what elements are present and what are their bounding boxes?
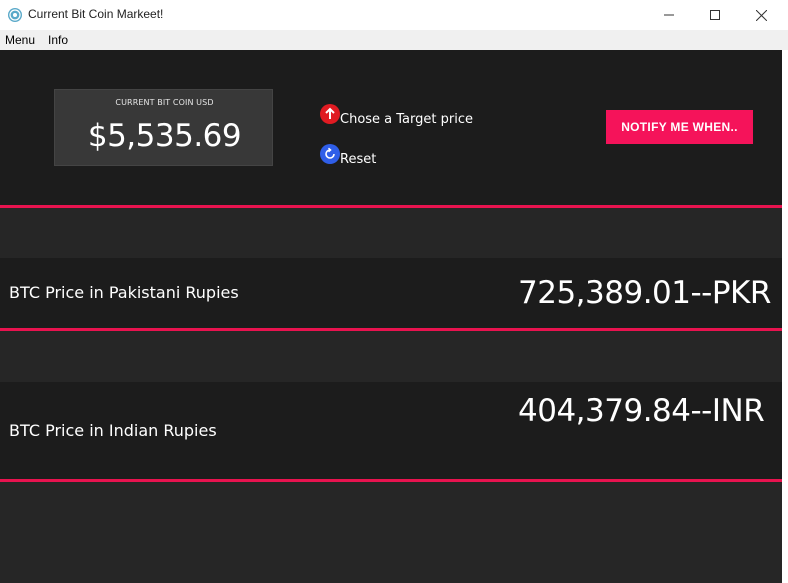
notify-me-button[interactable]: NOTIFY ME WHEN..	[606, 110, 753, 144]
pkr-rate-label: BTC Price in Pakistani Rupies	[9, 283, 239, 302]
refresh-icon[interactable]	[320, 144, 340, 164]
app-window: Current Bit Coin Markeet! Menu Info CURR…	[0, 0, 788, 583]
divider	[0, 328, 782, 331]
app-logo-icon	[7, 7, 23, 23]
menu-item-info[interactable]: Info	[48, 33, 68, 47]
inr-rate-value: 404,379.84--INR	[518, 393, 765, 429]
title-bar[interactable]: Current Bit Coin Markeet!	[0, 0, 788, 30]
divider	[0, 205, 782, 208]
target-price-label[interactable]: Chose a Target price	[340, 112, 473, 127]
close-icon	[755, 9, 767, 21]
window-title: Current Bit Coin Markeet!	[28, 7, 164, 21]
inr-rate-label: BTC Price in Indian Rupies	[9, 421, 217, 440]
window-border	[782, 50, 788, 583]
pkr-rate-value: 725,389.01--PKR	[518, 275, 771, 311]
close-button[interactable]	[738, 0, 784, 30]
minimize-icon	[664, 14, 674, 16]
usd-price-panel: CURRENT BIT COIN USD $5,535.69	[54, 89, 273, 166]
menu-bar: Menu Info	[0, 30, 788, 50]
maximize-button[interactable]	[692, 0, 738, 30]
reset-label[interactable]: Reset	[340, 152, 376, 167]
usd-price-value: $5,535.69	[87, 118, 242, 154]
divider	[0, 479, 782, 482]
menu-item-menu[interactable]: Menu	[5, 33, 35, 47]
usd-price-label: CURRENT BIT COIN USD	[115, 98, 214, 107]
maximize-icon	[710, 10, 720, 20]
arrow-up-icon[interactable]	[320, 104, 340, 124]
minimize-button[interactable]	[646, 0, 692, 30]
